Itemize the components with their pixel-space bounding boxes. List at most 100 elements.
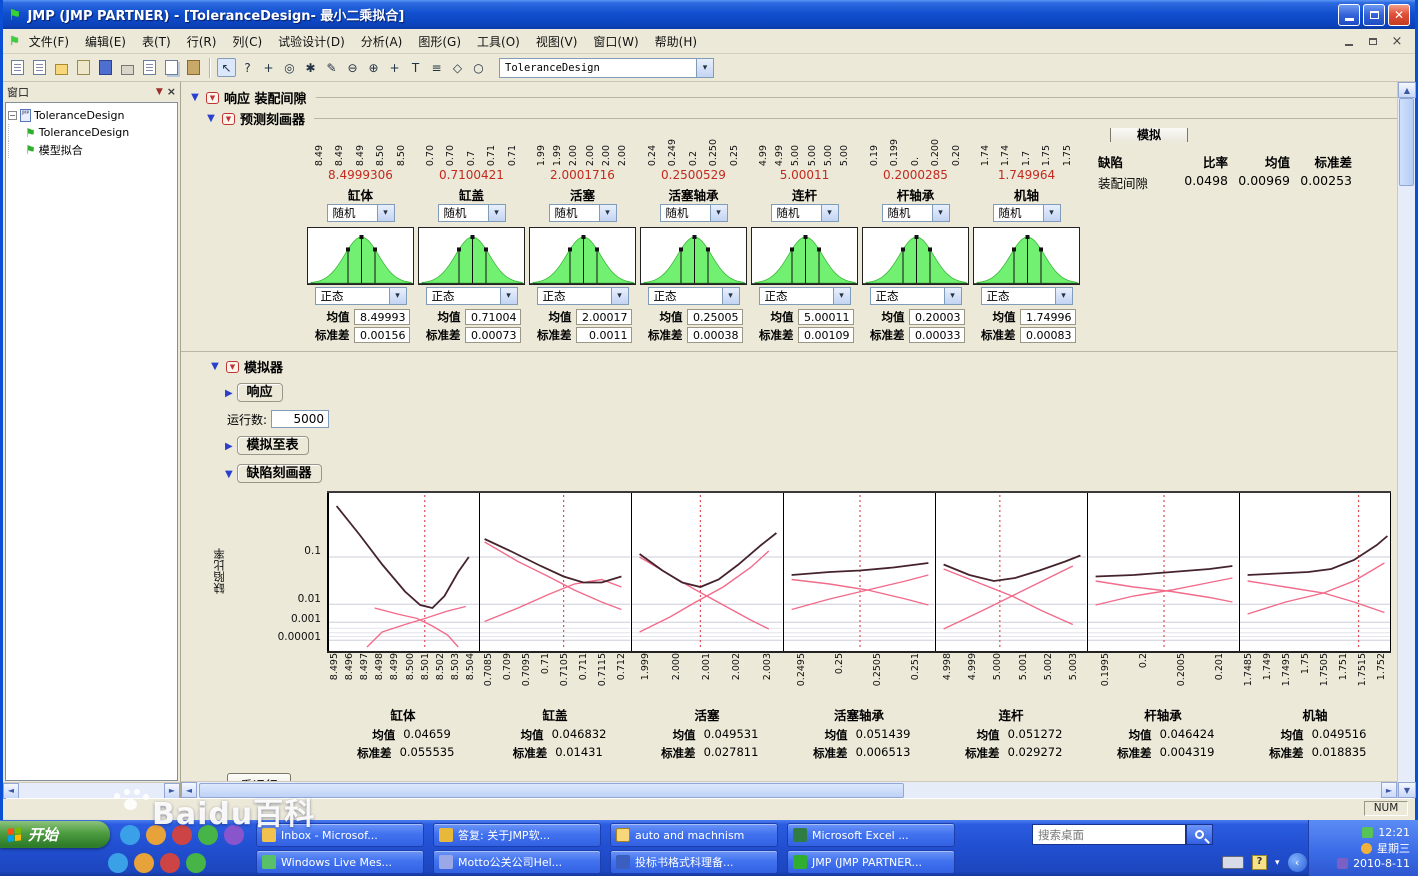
- close-button[interactable]: ✕: [1388, 4, 1410, 26]
- phone-icon[interactable]: [172, 825, 192, 845]
- taskbar-button[interactable]: Inbox - Microsof...: [256, 823, 424, 847]
- expand-tray-icon[interactable]: ▾: [1275, 858, 1280, 868]
- data-table-combo[interactable]: ToleranceDesign ▾: [499, 58, 714, 78]
- scroll-down-icon[interactable]: ▼: [1398, 782, 1416, 798]
- chevron-down-icon[interactable]: ▾: [377, 205, 394, 221]
- copy-icon[interactable]: [162, 58, 181, 77]
- new-document-icon[interactable]: [8, 58, 27, 77]
- distribution-dropdown[interactable]: 正态▾: [981, 287, 1073, 305]
- main-vscrollbar[interactable]: ▲ ▼: [1397, 82, 1415, 798]
- sd-field[interactable]: 0.0011: [576, 327, 632, 343]
- clock-tray-icon[interactable]: [1361, 843, 1372, 854]
- distribution-dropdown[interactable]: 正态▾: [426, 287, 518, 305]
- panel-menu-icon[interactable]: ▼: [156, 87, 163, 97]
- distribution-dropdown[interactable]: 正态▾: [648, 287, 740, 305]
- polygon-tool[interactable]: ◇: [448, 58, 467, 77]
- mean-field[interactable]: 0.71004: [465, 309, 521, 325]
- distribution-dropdown[interactable]: 正态▾: [870, 287, 962, 305]
- cut-icon[interactable]: [140, 58, 159, 77]
- random-mode-dropdown[interactable]: 随机▾: [771, 204, 839, 222]
- random-mode-dropdown[interactable]: 随机▾: [327, 204, 395, 222]
- oval-tool[interactable]: ○: [469, 58, 488, 77]
- msn-icon[interactable]: [224, 825, 244, 845]
- sd-field[interactable]: 0.00083: [1020, 327, 1076, 343]
- red-menu-icon[interactable]: ▼: [222, 113, 235, 125]
- red-menu-icon[interactable]: ▼: [206, 92, 219, 104]
- defect-profiler-header[interactable]: 缺陷刻画器: [237, 464, 322, 483]
- scroll-left-icon[interactable]: ◄: [3, 783, 19, 799]
- crosshair-tool[interactable]: ◎: [280, 58, 299, 77]
- tree-item[interactable]: ⚑ToleranceDesign: [8, 124, 175, 141]
- sd-field[interactable]: 0.00038: [687, 327, 743, 343]
- chevron-down-icon[interactable]: ▾: [833, 288, 850, 304]
- zoom-out-tool[interactable]: ⊖: [343, 58, 362, 77]
- help-tray-icon[interactable]: ?: [1252, 855, 1267, 870]
- mdi-close-button[interactable]: ×: [1389, 34, 1405, 48]
- ie-icon[interactable]: [108, 853, 128, 873]
- mean-field[interactable]: 1.74996: [1020, 309, 1076, 325]
- chevron-down-icon[interactable]: ▾: [722, 288, 739, 304]
- chevron-down-icon[interactable]: ▾: [696, 59, 713, 77]
- minimize-button[interactable]: [1338, 4, 1360, 26]
- mdi-restore-button[interactable]: [1365, 34, 1381, 48]
- sphere-icon[interactable]: [160, 853, 180, 873]
- chevron-down-icon[interactable]: ▾: [944, 288, 961, 304]
- plus-tool[interactable]: +: [385, 58, 404, 77]
- random-mode-dropdown[interactable]: 随机▾: [993, 204, 1061, 222]
- search-input[interactable]: 搜索桌面: [1032, 824, 1186, 845]
- scroll-up-icon[interactable]: ▲: [1398, 82, 1416, 98]
- mean-field[interactable]: 0.20003: [909, 309, 965, 325]
- sd-field[interactable]: 0.00109: [798, 327, 854, 343]
- chevron-down-icon[interactable]: ▾: [710, 205, 727, 221]
- vscroll-thumb[interactable]: [1399, 98, 1414, 186]
- media-player-icon[interactable]: [198, 825, 218, 845]
- sd-field[interactable]: 0.00033: [909, 327, 965, 343]
- disclosure-icon[interactable]: ▼: [225, 469, 233, 480]
- hscroll-thumb[interactable]: [199, 783, 904, 798]
- lines-tool[interactable]: ≡: [427, 58, 446, 77]
- mean-field[interactable]: 8.49993: [354, 309, 410, 325]
- brush-tool[interactable]: ✎: [322, 58, 341, 77]
- browser-icon[interactable]: [186, 853, 206, 873]
- menu-item[interactable]: 帮助(H): [647, 31, 705, 52]
- disclosure-icon[interactable]: ▶: [225, 441, 233, 452]
- main-hscrollbar[interactable]: ◄ ►: [181, 781, 1397, 798]
- taskbar-button[interactable]: 答复: 关于JMP软...: [433, 823, 601, 847]
- print-icon[interactable]: [118, 58, 137, 77]
- chevron-down-icon[interactable]: ▾: [1055, 288, 1072, 304]
- open-file-icon[interactable]: [52, 58, 71, 77]
- user-tray-icon[interactable]: [1362, 827, 1373, 838]
- chevron-down-icon[interactable]: ▾: [488, 205, 505, 221]
- menu-item[interactable]: 表(T): [134, 31, 179, 52]
- scroll-right-icon[interactable]: ►: [164, 783, 180, 799]
- qq-icon[interactable]: [134, 853, 154, 873]
- taskbar-button[interactable]: Windows Live Mes...: [256, 850, 424, 874]
- tree-item[interactable]: −JMPToleranceDesign: [8, 107, 175, 124]
- mdi-minimize-button[interactable]: [1341, 34, 1357, 48]
- simulate-to-table-header[interactable]: 模拟至表: [237, 436, 309, 455]
- taskbar-button[interactable]: JMP (JMP PARTNER...: [787, 850, 955, 874]
- ie-icon[interactable]: [146, 825, 166, 845]
- mean-field[interactable]: 0.25005: [687, 309, 743, 325]
- menu-item[interactable]: 试验设计(D): [270, 31, 353, 52]
- pointer-tool[interactable]: ↖: [217, 58, 236, 77]
- sd-field[interactable]: 0.00073: [465, 327, 521, 343]
- menu-item[interactable]: 行(R): [179, 31, 225, 52]
- text-tool[interactable]: T: [406, 58, 425, 77]
- random-mode-dropdown[interactable]: 随机▾: [882, 204, 950, 222]
- search-button[interactable]: [1186, 824, 1213, 845]
- menu-item[interactable]: 列(C): [224, 31, 270, 52]
- help-tool[interactable]: ?: [238, 58, 257, 77]
- disclosure-icon[interactable]: ▶: [225, 388, 233, 399]
- hand-tool[interactable]: ✱: [301, 58, 320, 77]
- chevron-down-icon[interactable]: ▾: [932, 205, 949, 221]
- chevron-down-icon[interactable]: ▾: [599, 205, 616, 221]
- scroll-right-icon[interactable]: ►: [1381, 782, 1397, 798]
- titlebar[interactable]: ⚑ JMP (JMP PARTNER) - [ToleranceDesign- …: [3, 0, 1415, 29]
- restore-button[interactable]: [1363, 4, 1385, 26]
- runs-input[interactable]: 5000: [271, 410, 329, 428]
- distribution-dropdown[interactable]: 正态▾: [315, 287, 407, 305]
- distribution-dropdown[interactable]: 正态▾: [537, 287, 629, 305]
- random-mode-dropdown[interactable]: 随机▾: [438, 204, 506, 222]
- distribution-dropdown[interactable]: 正态▾: [759, 287, 851, 305]
